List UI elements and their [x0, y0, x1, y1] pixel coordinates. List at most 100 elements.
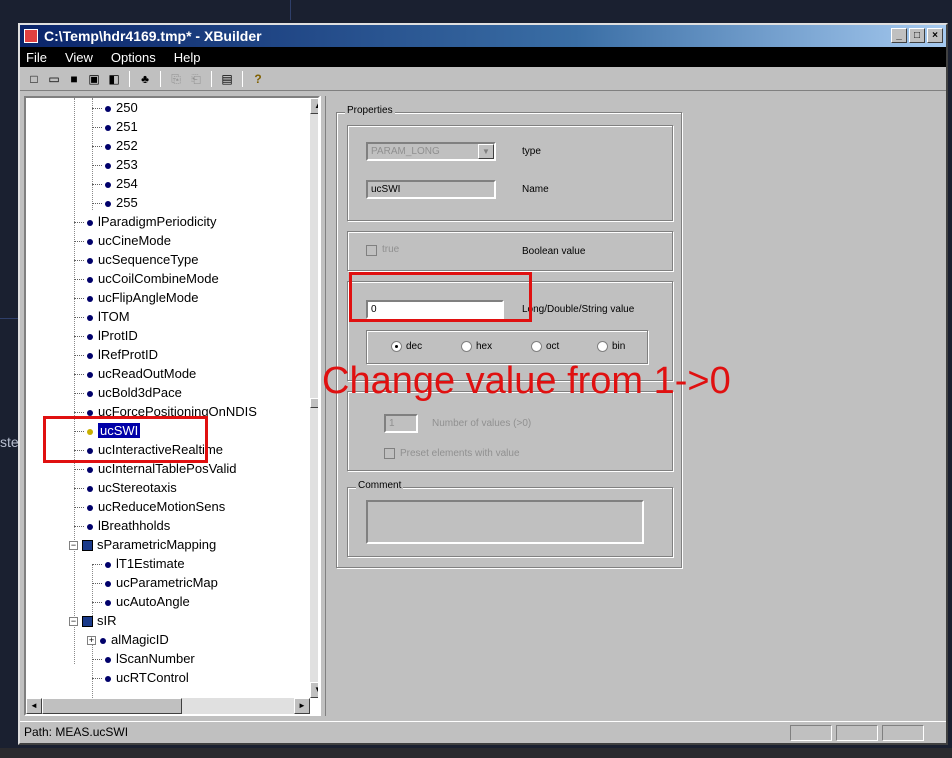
comment-group-label: Comment	[356, 480, 404, 491]
tree-folder[interactable]: − sParametricMapping	[69, 535, 216, 554]
radio-dot-icon	[531, 341, 542, 352]
menu-options[interactable]: Options	[111, 50, 156, 65]
help-icon[interactable]: ?	[250, 71, 266, 87]
radio-dot-icon	[597, 341, 608, 352]
collapse-icon[interactable]: −	[69, 617, 78, 627]
minimize-button[interactable]: _	[891, 28, 907, 43]
radio-hex[interactable]: hex	[461, 341, 492, 352]
find-icon[interactable]: ♣	[137, 71, 153, 87]
tree-item[interactable]: ucFlipAngleMode	[74, 288, 198, 307]
comment-field[interactable]	[366, 500, 644, 544]
expand-icon[interactable]: +	[87, 636, 96, 646]
tree-item[interactable]: ucStereotaxis	[74, 478, 177, 497]
properties-icon[interactable]: ▤	[219, 71, 235, 87]
status-bar: Path: MEAS.ucSWI	[20, 721, 946, 743]
tree-item[interactable]: lT1Estimate	[92, 554, 185, 573]
status-path: Path: MEAS.ucSWI	[24, 725, 129, 739]
open-icon[interactable]: ▭	[46, 71, 62, 87]
tree-vertical-scrollbar[interactable]: ▲ ▼	[310, 98, 318, 698]
paste-icon[interactable]: ⎗	[188, 71, 204, 87]
preset-label: Preset elements with value	[400, 448, 520, 459]
tree-item[interactable]: ucRTControl	[92, 668, 189, 687]
collapse-icon[interactable]: −	[69, 541, 78, 551]
name-label: Name	[522, 184, 549, 195]
scroll-thumb[interactable]	[42, 698, 182, 714]
true-checkbox[interactable]	[366, 245, 377, 256]
type-combo[interactable]: PARAM_LONG ▼	[366, 142, 496, 161]
tree-item[interactable]: ucCineMode	[74, 231, 171, 250]
new-icon[interactable]: □	[26, 71, 42, 87]
status-pane	[882, 725, 924, 741]
tree-item[interactable]: ucAutoAngle	[92, 592, 190, 611]
desktop-line	[290, 0, 291, 20]
pane-splitter[interactable]	[320, 96, 326, 716]
tree-item[interactable]: ucReduceMotionSens	[74, 497, 225, 516]
menu-view[interactable]: View	[65, 50, 93, 65]
toolbar-separator	[129, 70, 130, 87]
radio-dot-icon	[461, 341, 472, 352]
comment-group: Comment	[347, 480, 673, 557]
tree-item[interactable]: 253	[92, 155, 138, 174]
radio-dot-icon	[391, 341, 402, 352]
tree-item[interactable]: ucBold3dPace	[74, 383, 182, 402]
chevron-down-icon[interactable]: ▼	[478, 144, 494, 159]
tree-item[interactable]: 252	[92, 136, 138, 155]
title-bar[interactable]: C:\Temp\hdr4169.tmp* - XBuilder _ □ ×	[20, 25, 946, 47]
menu-help[interactable]: Help	[174, 50, 201, 65]
tree-item[interactable]: ucParametricMap	[92, 573, 218, 592]
array-count-field[interactable]: 1	[384, 414, 418, 433]
tree-item[interactable]: 250	[92, 98, 138, 117]
radio-dec[interactable]: dec	[391, 341, 422, 352]
app-icon[interactable]	[24, 29, 38, 43]
tree-item[interactable]: 254	[92, 174, 138, 193]
tree-item[interactable]: 255	[92, 193, 138, 212]
tree-item[interactable]: ucSequenceType	[74, 250, 198, 269]
scroll-right-icon[interactable]: ►	[294, 698, 310, 714]
menu-bar: File View Options Help	[20, 47, 946, 67]
type-label: type	[522, 146, 541, 157]
scroll-up-icon[interactable]: ▲	[310, 98, 318, 114]
save-icon[interactable]: ■	[66, 71, 82, 87]
tree-item[interactable]: lProtID	[74, 326, 138, 345]
preset-checkbox[interactable]	[384, 448, 395, 459]
scroll-left-icon[interactable]: ◄	[26, 698, 42, 714]
annotation-text: Change value from 1->0	[322, 360, 731, 402]
tree-item[interactable]: lParadigmPeriodicity	[74, 212, 217, 231]
desktop-label: ste	[0, 434, 19, 450]
copy-icon[interactable]: ⎘	[168, 71, 184, 87]
tree-item[interactable]: ucCoilCombineMode	[74, 269, 219, 288]
true-checkbox-label: true	[382, 244, 400, 255]
radio-oct[interactable]: oct	[531, 341, 559, 352]
tree-item[interactable]: lTOM	[74, 307, 130, 326]
scroll-thumb[interactable]	[310, 398, 318, 408]
close-button[interactable]: ×	[927, 28, 943, 43]
tree-item[interactable]: ucReadOutMode	[74, 364, 196, 383]
tree-item[interactable]: 251	[92, 117, 138, 136]
annotation-box-tree	[43, 416, 208, 463]
desktop-taskbar	[0, 748, 952, 758]
tree-item[interactable]: lBreathholds	[74, 516, 170, 535]
maximize-button[interactable]: □	[909, 28, 925, 43]
array-count-label: Number of values (>0)	[432, 418, 532, 429]
properties-group-label: Properties	[345, 105, 395, 116]
toolbar-separator	[211, 70, 212, 87]
properties-group: Properties PARAM_LONG ▼ type ucSWI Name …	[336, 105, 682, 568]
tree-horizontal-scrollbar[interactable]: ◄ ►	[26, 698, 310, 714]
tree-item[interactable]: + alMagicID	[87, 630, 169, 649]
tool-icon[interactable]: ▣	[86, 71, 102, 87]
parameter-tree[interactable]: 250 251 252 253 254 255 lParadigmPeriodi…	[24, 96, 320, 716]
scroll-down-icon[interactable]: ▼	[310, 682, 318, 698]
toolbar-separator	[160, 70, 161, 87]
tool-icon[interactable]: ◧	[106, 71, 122, 87]
menu-file[interactable]: File	[26, 50, 47, 65]
tree-item[interactable]: lScanNumber	[92, 649, 195, 668]
window-title: C:\Temp\hdr4169.tmp* - XBuilder	[44, 28, 262, 44]
desktop-line	[0, 318, 18, 319]
radio-bin[interactable]: bin	[597, 341, 625, 352]
array-group: 1 Number of values (>0) Preset elements …	[347, 391, 673, 471]
status-pane	[790, 725, 832, 741]
radix-group: dec hex oct bin	[366, 330, 648, 364]
tree-folder[interactable]: − sIR	[69, 611, 117, 630]
name-field[interactable]: ucSWI	[366, 180, 496, 199]
tree-item[interactable]: lRefProtID	[74, 345, 158, 364]
